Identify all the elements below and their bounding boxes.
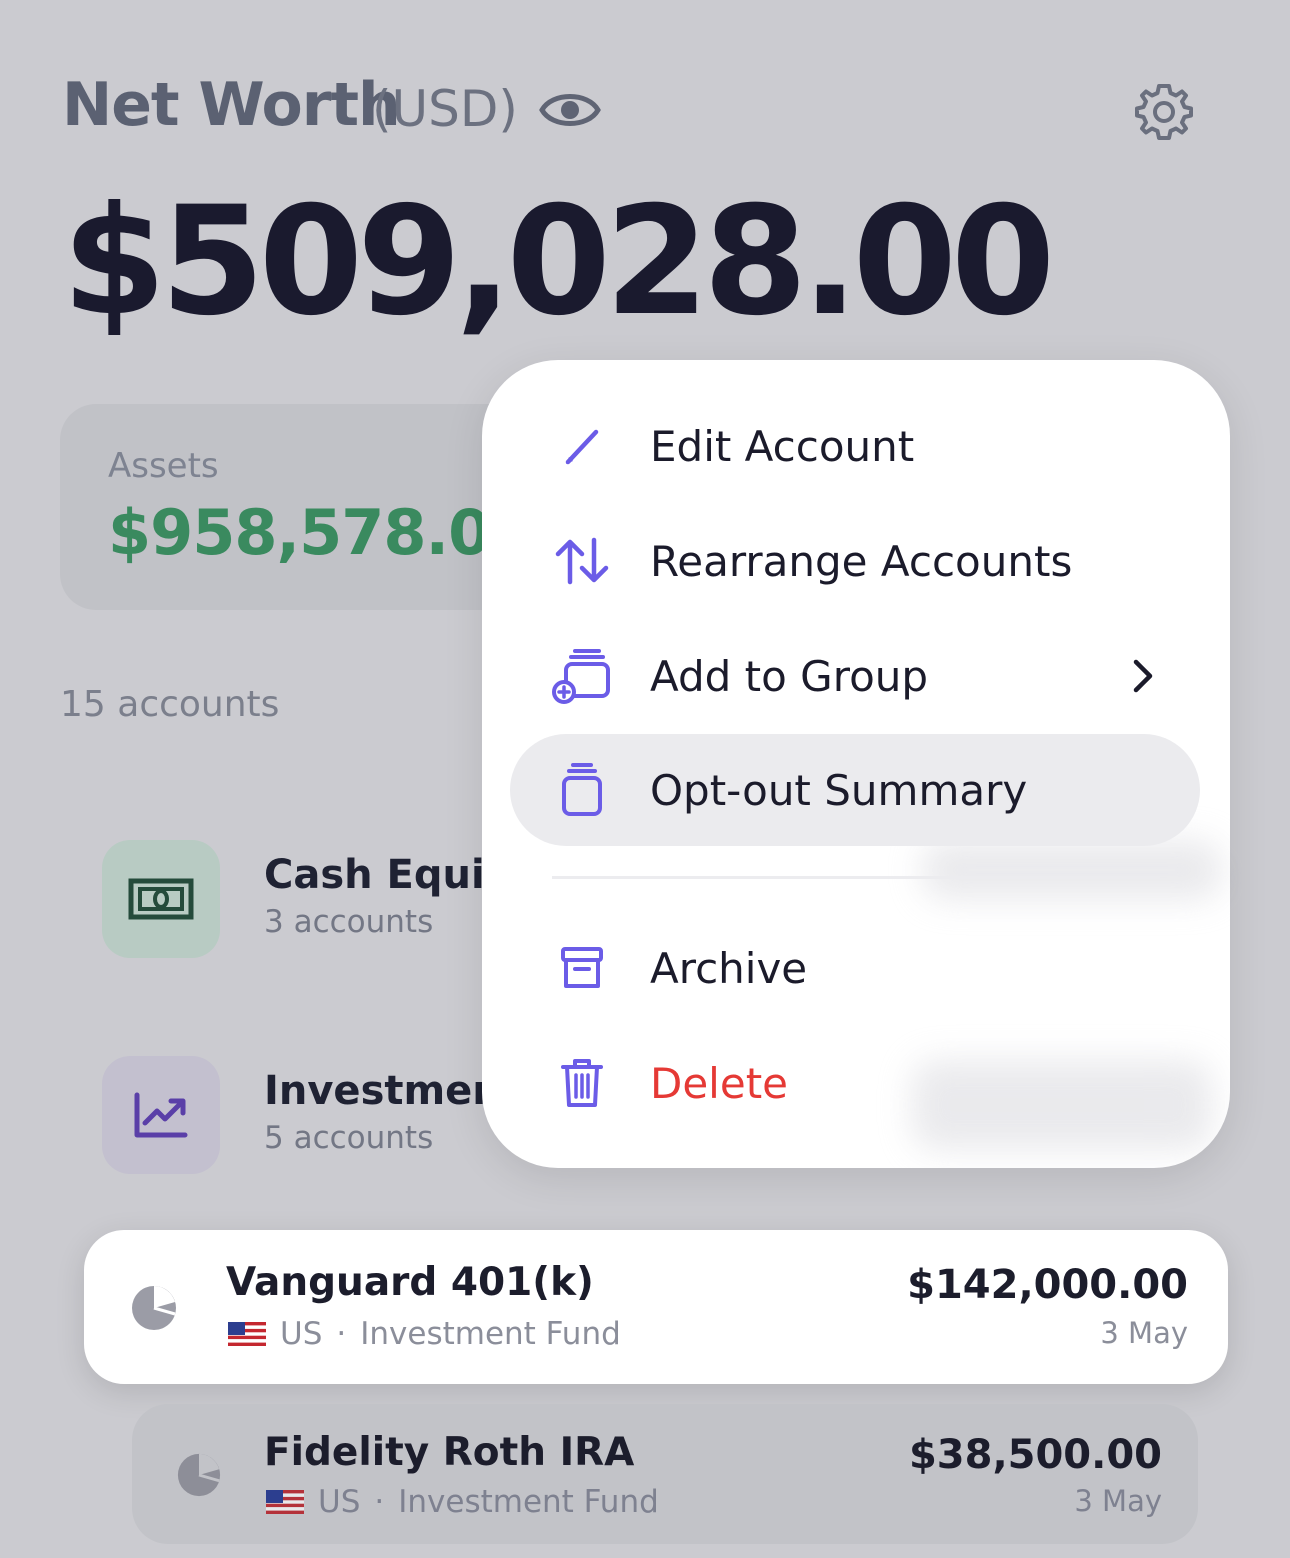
page-title: Net Worth bbox=[62, 70, 401, 140]
currency-label: (USD) bbox=[372, 80, 518, 138]
menu-item-label: Rearrange Accounts bbox=[650, 536, 1073, 586]
account-row[interactable]: Fidelity Roth IRA US · Investment Fund $… bbox=[132, 1404, 1198, 1544]
trash-icon bbox=[552, 1053, 612, 1113]
subtitle-separator: · bbox=[374, 1484, 385, 1520]
accounts-count: 15 accounts bbox=[60, 684, 280, 725]
us-flag-icon bbox=[228, 1322, 266, 1346]
menu-item-add-to-group[interactable]: Add to Group bbox=[482, 620, 1230, 732]
account-amount: $38,500.00 bbox=[908, 1432, 1162, 1478]
investment-group-icon-tile[interactable] bbox=[102, 1056, 220, 1174]
chart-trend-icon bbox=[134, 1092, 188, 1138]
menu-item-opt-out-summary[interactable]: Opt-out Summary bbox=[482, 734, 1230, 846]
account-subtitle: US · Investment Fund bbox=[228, 1316, 621, 1352]
assets-label: Assets bbox=[108, 446, 219, 486]
menu-item-edit-account[interactable]: Edit Account bbox=[482, 390, 1230, 502]
menu-item-label: Opt-out Summary bbox=[650, 765, 1028, 815]
menu-backdrop-blur bbox=[922, 840, 1222, 900]
account-row[interactable]: Vanguard 401(k) US · Investment Fund $14… bbox=[84, 1230, 1228, 1384]
menu-item-archive[interactable]: Archive bbox=[482, 912, 1230, 1024]
menu-item-rearrange-accounts[interactable]: Rearrange Accounts bbox=[482, 505, 1230, 617]
eye-icon[interactable] bbox=[538, 84, 602, 136]
account-subtitle: US · Investment Fund bbox=[266, 1484, 659, 1520]
menu-item-label: Add to Group bbox=[650, 651, 929, 701]
net-worth-amount: $509,028.00 bbox=[62, 175, 1055, 349]
account-date: 3 May bbox=[1074, 1484, 1162, 1518]
account-date: 3 May bbox=[1100, 1316, 1188, 1350]
assets-value: $958,578.00 bbox=[108, 496, 533, 569]
gear-icon[interactable] bbox=[1132, 80, 1196, 144]
account-amount: $142,000.00 bbox=[907, 1262, 1188, 1308]
account-type: Investment Fund bbox=[360, 1316, 621, 1352]
account-name: Fidelity Roth IRA bbox=[264, 1430, 635, 1475]
menu-item-label: Archive bbox=[650, 943, 808, 993]
account-country: US bbox=[280, 1316, 323, 1352]
group-subtitle-cash: 3 accounts bbox=[264, 904, 434, 940]
menu-separator bbox=[552, 876, 1160, 879]
menu-item-label: Delete bbox=[650, 1058, 788, 1108]
pie-chart-icon bbox=[177, 1453, 221, 1497]
group-title-cash[interactable]: Cash Equiv bbox=[264, 852, 511, 898]
archive-box-icon bbox=[552, 938, 612, 998]
pencil-icon bbox=[552, 416, 612, 476]
pie-chart-icon bbox=[132, 1286, 176, 1330]
add-to-group-icon bbox=[552, 646, 612, 706]
context-menu: Edit Account Rearrange Accounts Add to G… bbox=[482, 360, 1230, 1168]
group-subtitle-investment: 5 accounts bbox=[264, 1120, 434, 1156]
us-flag-icon bbox=[266, 1490, 304, 1514]
account-country: US bbox=[318, 1484, 361, 1520]
banknote-icon bbox=[128, 878, 194, 920]
account-type: Investment Fund bbox=[398, 1484, 659, 1520]
menu-item-delete[interactable]: Delete bbox=[482, 1027, 1230, 1139]
account-name: Vanguard 401(k) bbox=[226, 1260, 594, 1305]
cash-group-icon-tile[interactable] bbox=[102, 840, 220, 958]
arrows-up-down-icon bbox=[552, 531, 612, 591]
subtitle-separator: · bbox=[336, 1316, 347, 1352]
chevron-right-icon bbox=[1133, 659, 1153, 693]
menu-item-label: Edit Account bbox=[650, 421, 915, 471]
stack-icon bbox=[552, 760, 612, 820]
